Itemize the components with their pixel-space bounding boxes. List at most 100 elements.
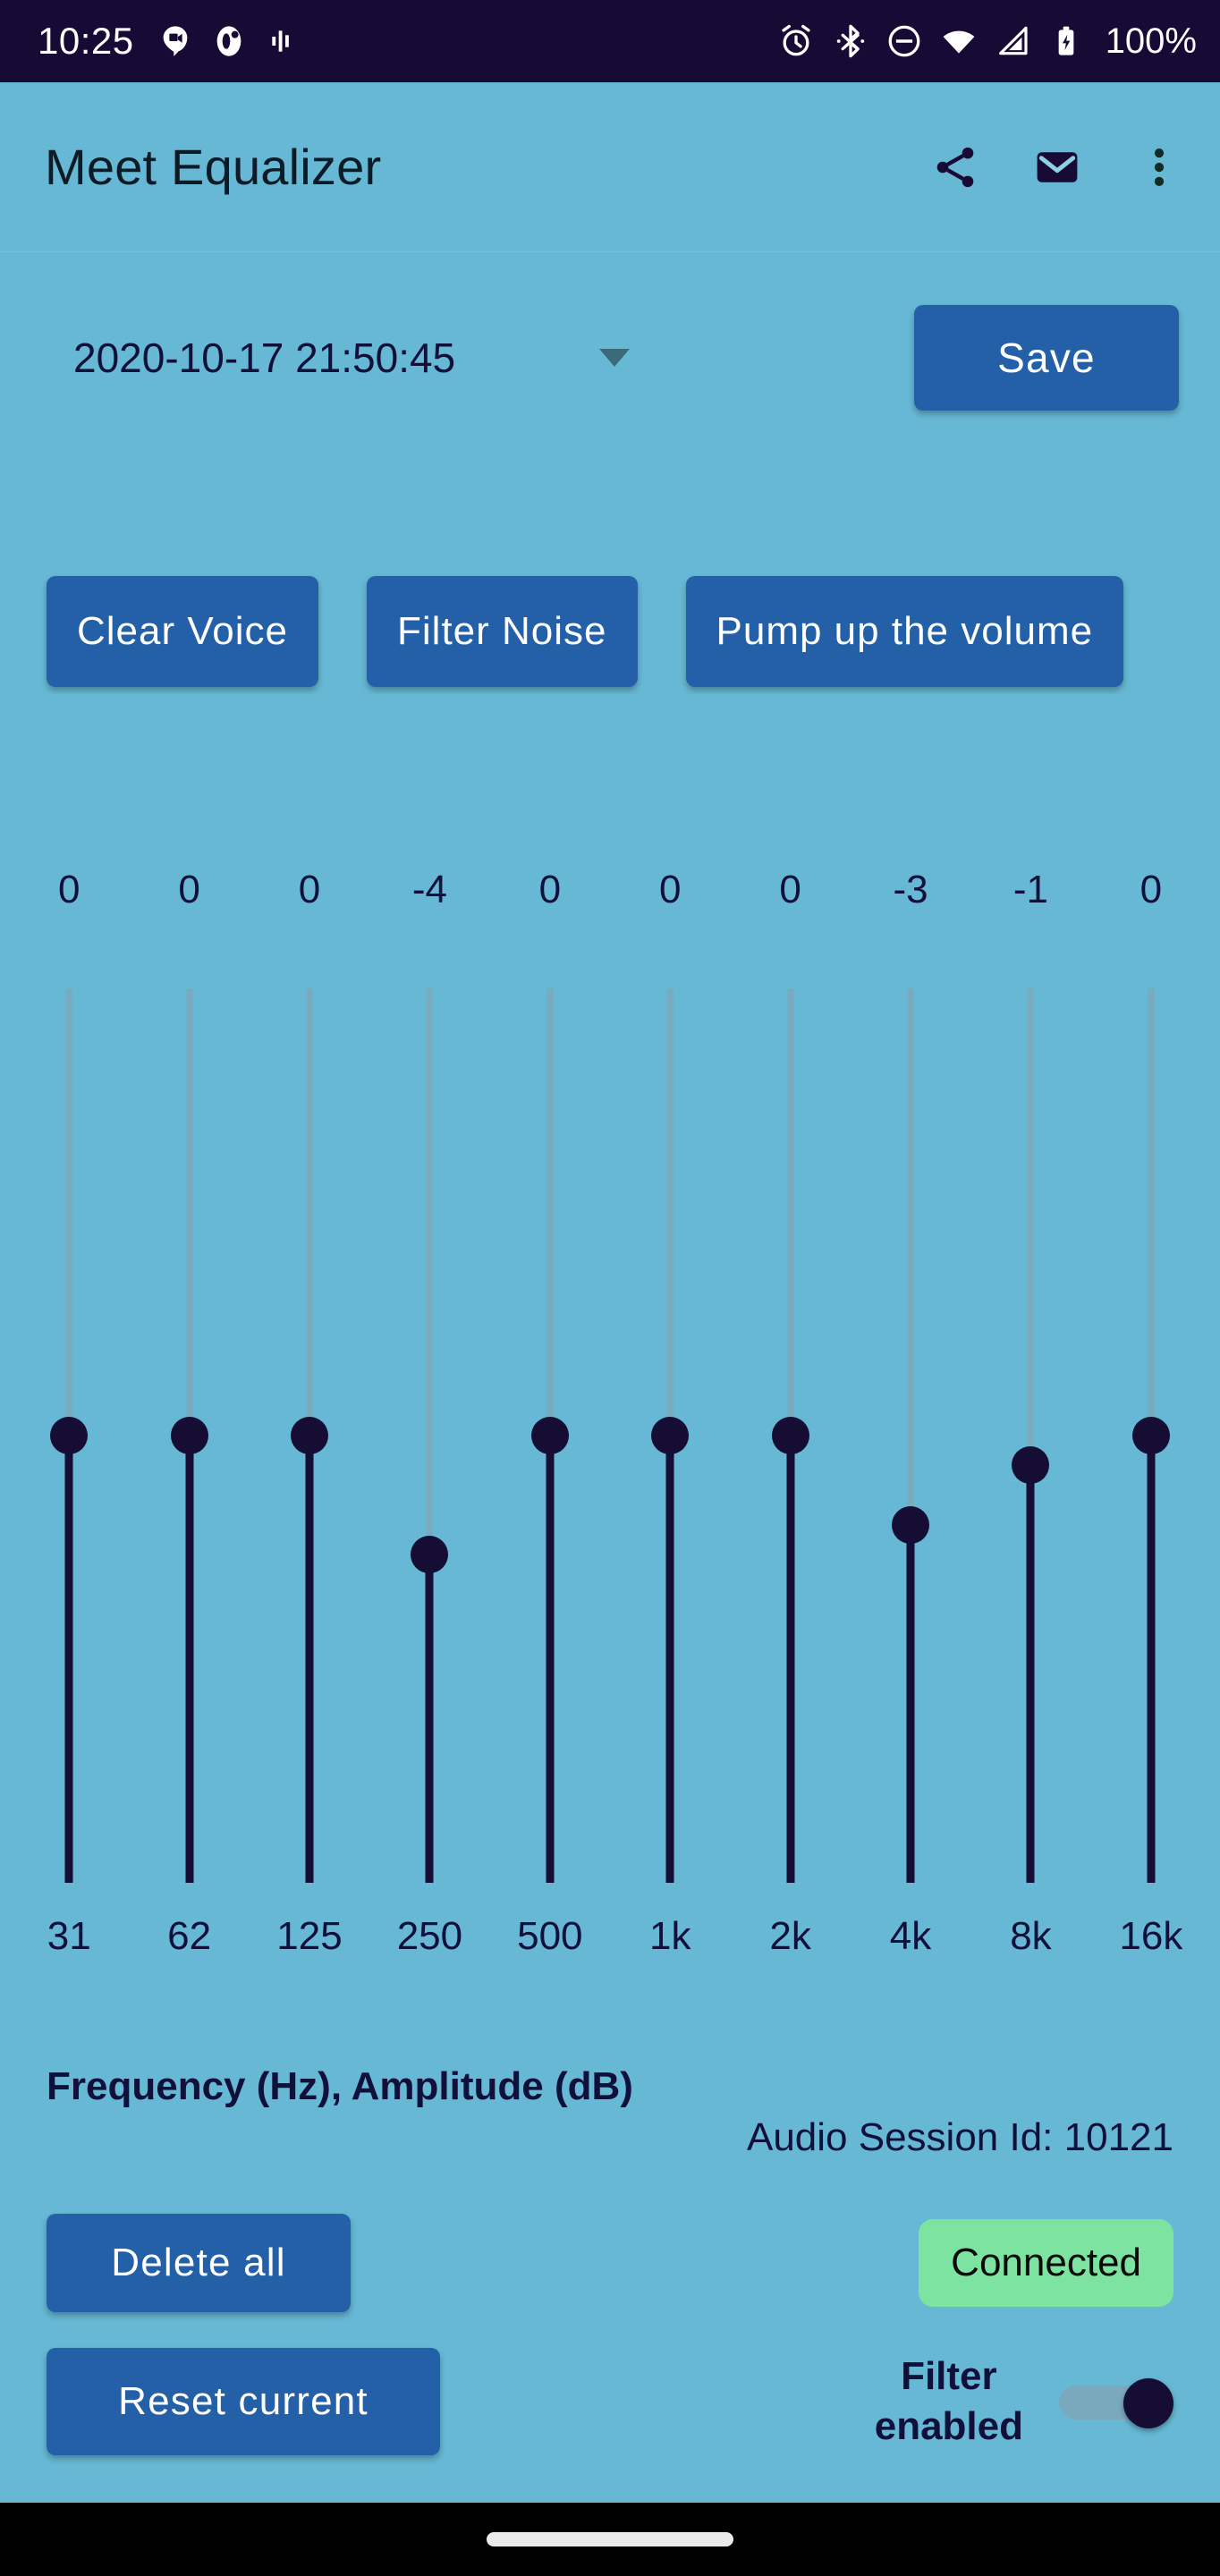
- equalizer-band-frequency: 1k: [648, 1914, 691, 1958]
- slider-fill: [185, 1436, 194, 1883]
- slider-fill: [425, 1555, 434, 1883]
- equalizer-band-frequency: 31: [47, 1914, 91, 1958]
- wifi-icon: [939, 21, 979, 61]
- filter-enabled-toggle[interactable]: [1059, 2378, 1173, 2428]
- slider-thumb[interactable]: [1012, 1446, 1050, 1485]
- email-icon[interactable]: [1029, 139, 1086, 196]
- equalizer-band-frequency: 62: [167, 1914, 212, 1958]
- equalizer-band-500: 0 500: [490, 841, 610, 2021]
- slider-fill: [546, 1436, 555, 1883]
- preset-spinner[interactable]: 2020-10-17 21:50:45: [41, 309, 649, 407]
- slider-thumb[interactable]: [651, 1417, 690, 1454]
- equalizer-slider[interactable]: [1091, 988, 1211, 1892]
- gesture-home-pill[interactable]: [487, 2532, 733, 2546]
- equalizer-band-value: -3: [893, 868, 928, 911]
- audio-session-id-label: Audio Session Id: 10121: [746, 2115, 1173, 2159]
- equalizer-band-frequency: 16k: [1119, 1914, 1183, 1958]
- share-icon[interactable]: [927, 139, 984, 196]
- equalizer-band-8k: -1 8k: [970, 841, 1090, 2021]
- app-bar: Meet Equalizer: [0, 82, 1220, 252]
- slider-thumb[interactable]: [291, 1417, 329, 1454]
- preset-spinner-value: 2020-10-17 21:50:45: [73, 335, 456, 381]
- equalizer-band-250: -4 250: [369, 841, 489, 2021]
- equalizer-band-frequency: 4k: [889, 1914, 932, 1958]
- equalizer-band-frequency: 8k: [1010, 1914, 1052, 1958]
- equalizer-band-frequency: 250: [396, 1914, 463, 1958]
- preset-button-filter-noise[interactable]: Filter Noise: [367, 576, 638, 687]
- system-navigation-bar: [0, 2503, 1220, 2576]
- overflow-menu-icon[interactable]: [1131, 139, 1188, 196]
- equalizer-band-125: 0 125: [250, 841, 369, 2021]
- equalizer-band-frequency: 125: [276, 1914, 343, 1958]
- equalizer-slider[interactable]: [250, 988, 369, 1892]
- slider-thumb[interactable]: [771, 1417, 809, 1454]
- equalizer-band-4k: -3 4k: [851, 841, 970, 2021]
- slider-fill: [1147, 1436, 1156, 1883]
- equalizer-slider[interactable]: [730, 988, 850, 1892]
- page-title: Meet Equalizer: [45, 139, 382, 195]
- equalizer-slider[interactable]: [129, 988, 249, 1892]
- equalizer-band-value: 0: [779, 868, 801, 911]
- delete-all-button[interactable]: Delete all: [47, 2214, 351, 2312]
- equalizer-slider[interactable]: [970, 988, 1090, 1892]
- equalizer-band-62: 0 62: [129, 841, 249, 2021]
- preset-button-clear-voice[interactable]: Clear Voice: [47, 576, 319, 687]
- equalizer-band-value: 0: [178, 868, 200, 911]
- app-bar-actions: [927, 139, 1188, 196]
- equalizer-band-value: 0: [298, 868, 321, 911]
- meet-icon: [157, 23, 193, 59]
- footer-row-reset: Reset current Filter enabled: [0, 2334, 1220, 2469]
- reset-current-button[interactable]: Reset current: [47, 2348, 440, 2455]
- equalizer-band-columns: 0 31 0 62 0 125 -4 250 0 500 0 1k 0 2k -3 4k -1 8k 0 16k: [0, 841, 1220, 2021]
- equalizer-icon: [265, 23, 301, 59]
- equalizer-band-31: 0 31: [9, 841, 129, 2021]
- equalizer-band-frequency: 2k: [769, 1914, 811, 1958]
- equalizer-slider[interactable]: [851, 988, 970, 1892]
- filter-enabled-label: Filter enabled: [874, 2354, 1023, 2448]
- bluetooth-icon: [832, 22, 869, 60]
- equalizer-slider[interactable]: [490, 988, 610, 1892]
- slider-fill: [1026, 1465, 1035, 1883]
- status-bar: 10:25 100%: [0, 0, 1220, 82]
- slider-fill: [64, 1436, 73, 1883]
- slider-thumb[interactable]: [170, 1417, 208, 1454]
- slider-thumb[interactable]: [1131, 1417, 1170, 1454]
- equalizer-slider[interactable]: [610, 988, 730, 1892]
- slider-thumb[interactable]: [411, 1536, 449, 1574]
- footer-row-delete: Delete all Connected: [0, 2200, 1220, 2326]
- status-badge: Connected: [919, 2219, 1173, 2307]
- equalizer-panel: 0 31 0 62 0 125 -4 250 0 500 0 1k 0 2k -3 4k -1 8k 0 16k: [0, 841, 1220, 2021]
- slider-fill: [786, 1436, 795, 1883]
- equalizer-band-value: -4: [411, 868, 447, 911]
- slider-thumb[interactable]: [892, 1506, 930, 1544]
- equalizer-band-value: 0: [538, 868, 562, 911]
- preset-button-pump-up-the-volume[interactable]: Pump up the volume: [685, 576, 1124, 687]
- toggle-knob: [1123, 2378, 1173, 2428]
- equalizer-axis-label: Frequency (Hz), Amplitude (dB): [47, 2064, 633, 2108]
- status-bar-clock: 10:25: [38, 20, 134, 62]
- equalizer-band-16k: 0 16k: [1091, 841, 1211, 2021]
- slider-fill: [305, 1436, 314, 1883]
- quick-preset-row: Clear Voice Filter Noise Pump up the vol…: [0, 569, 1220, 694]
- filter-enabled-group: Filter enabled: [875, 2351, 1173, 2452]
- status-bar-notification-icons: [157, 23, 301, 59]
- battery-percentage: 100%: [1105, 21, 1197, 61]
- alarm-icon: [776, 21, 816, 61]
- slider-fill: [906, 1525, 915, 1883]
- equalizer-slider[interactable]: [9, 988, 129, 1892]
- do-not-disturb-icon: [885, 22, 923, 60]
- equalizer-band-frequency: 500: [517, 1914, 583, 1958]
- equalizer-band-value: -1: [1012, 868, 1049, 911]
- equalizer-band-1k: 0 1k: [610, 841, 730, 2021]
- app-root: 10:25 100% Meet Equalizer 2020-10-17 21:…: [0, 0, 1220, 2576]
- slider-thumb[interactable]: [530, 1417, 569, 1454]
- save-button[interactable]: Save: [914, 305, 1179, 411]
- slider-thumb[interactable]: [50, 1417, 89, 1454]
- chevron-down-icon: [599, 349, 630, 367]
- equalizer-slider[interactable]: [369, 988, 489, 1892]
- equalizer-band-value: 0: [57, 868, 80, 911]
- battery-charging-icon: [1048, 23, 1084, 59]
- cellular-signal-icon: [995, 22, 1032, 60]
- equalizer-band-value: 0: [1140, 868, 1163, 911]
- status-bar-system-icons: 100%: [776, 21, 1197, 62]
